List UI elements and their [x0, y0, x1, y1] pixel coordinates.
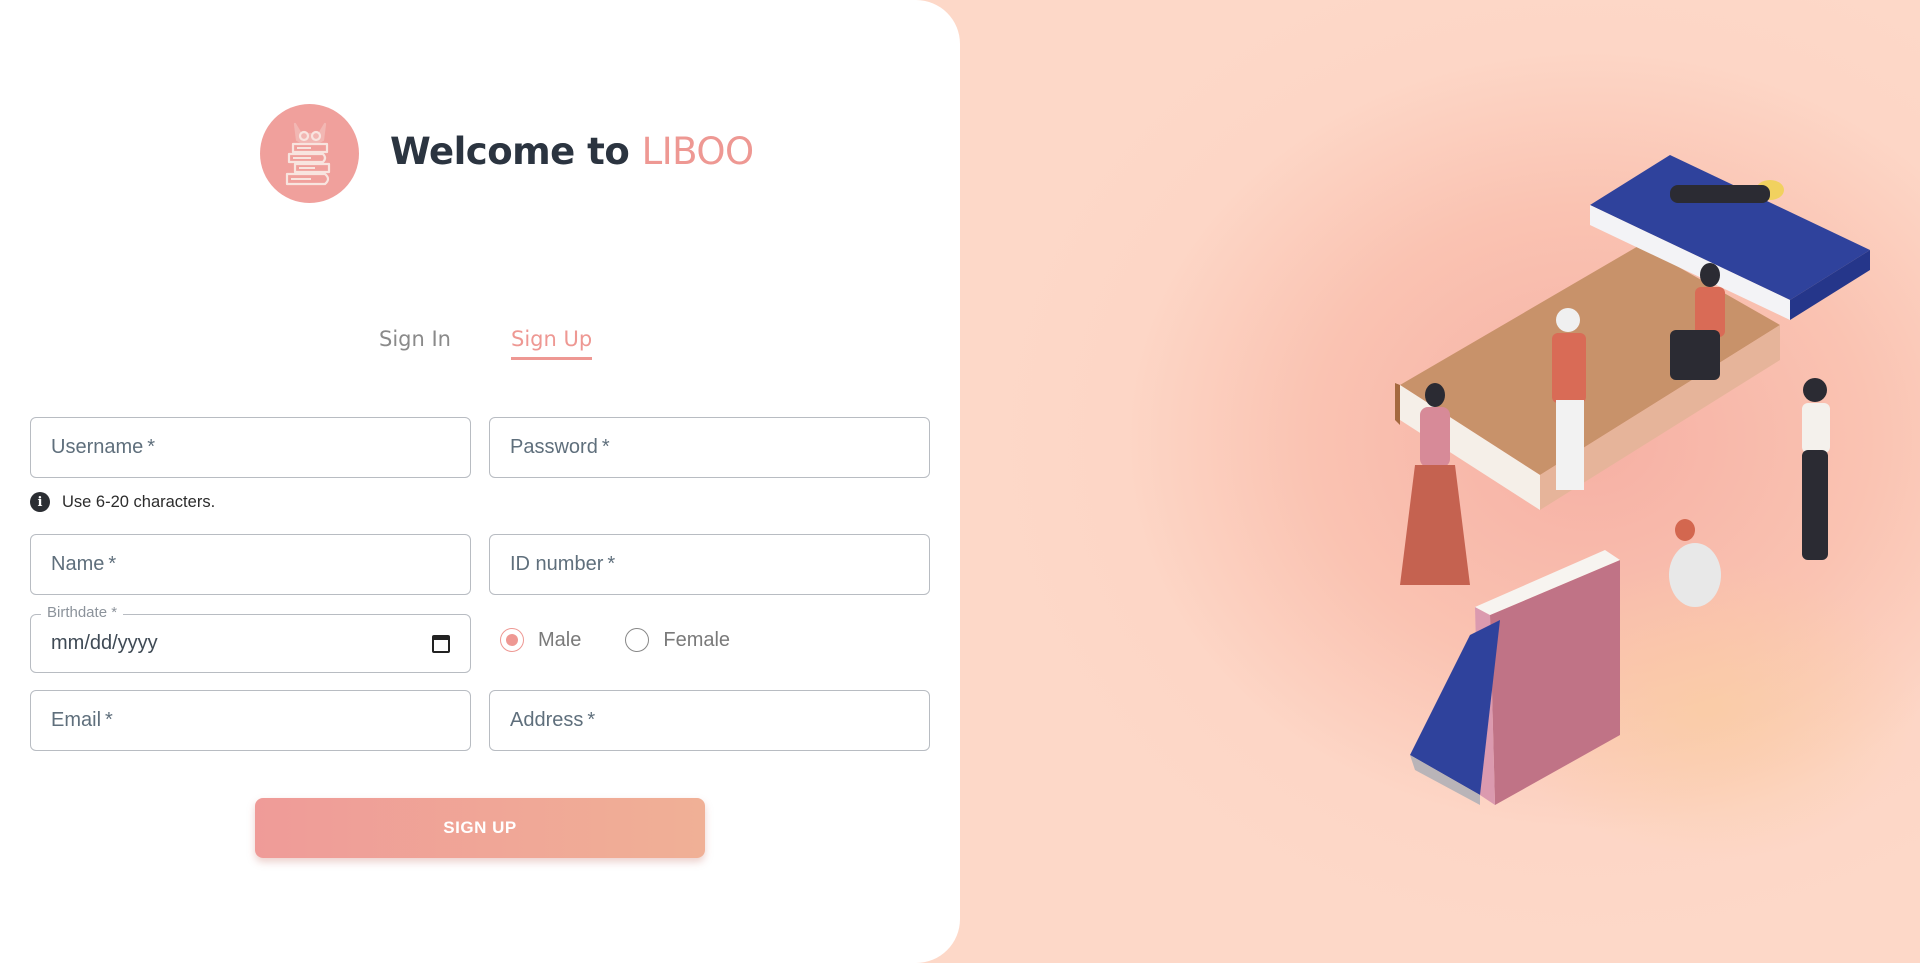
tab-sign-up[interactable]: Sign Up: [510, 327, 593, 360]
id-number-label: ID number: [510, 553, 604, 575]
required-mark: *: [108, 553, 117, 575]
required-mark: *: [607, 553, 616, 575]
calendar-icon[interactable]: [432, 634, 450, 653]
birthdate-field[interactable]: Birthdate * mm/dd/yyyy: [30, 604, 471, 673]
gender-male-radio[interactable]: Male: [500, 628, 581, 652]
reading-people-illustration: [1395, 155, 1870, 805]
gender-male-label: Male: [538, 628, 582, 651]
address-label: Address: [510, 709, 584, 731]
username-field[interactable]: Username *: [30, 417, 471, 478]
radio-circle: [625, 628, 650, 652]
id-number-field[interactable]: ID number *: [489, 534, 930, 595]
brand-name: LIBOO: [641, 130, 755, 173]
birthdate-placeholder: mm/dd/yyyy: [51, 632, 158, 654]
birthdate-label: Birthdate *: [41, 604, 124, 621]
name-label: Name: [51, 553, 105, 575]
username-label: Username: [51, 436, 144, 458]
required-mark: *: [105, 709, 113, 731]
required-mark: *: [601, 436, 610, 458]
username-helper: i Use 6-20 characters.: [30, 492, 215, 512]
required-mark: *: [587, 709, 596, 731]
password-label: Password: [510, 436, 598, 458]
tab-sign-in[interactable]: Sign In: [379, 327, 451, 360]
gender-radio-group: Male Female: [500, 628, 730, 652]
sign-up-button[interactable]: SIGN UP: [255, 798, 705, 858]
gender-female-radio[interactable]: Female: [625, 628, 730, 652]
radio-circle: [500, 628, 524, 652]
info-icon: i: [30, 492, 50, 512]
required-mark: *: [147, 436, 156, 458]
password-field[interactable]: Password *: [489, 417, 930, 478]
signup-panel: Welcome to LIBOO Sign In Sign Up Usernam…: [0, 0, 960, 963]
auth-tabs: Sign In Sign Up: [379, 327, 593, 360]
page-title: Welcome to LIBOO: [390, 130, 754, 173]
username-helper-text: Use 6-20 characters.: [62, 492, 216, 511]
gender-female-label: Female: [663, 628, 731, 651]
email-label: Email: [51, 709, 102, 731]
name-field[interactable]: Name *: [30, 534, 471, 595]
welcome-text: Welcome to: [390, 130, 630, 173]
owl-logo-icon: [260, 104, 359, 203]
address-field[interactable]: Address *: [489, 690, 930, 751]
email-field[interactable]: Email *: [30, 690, 471, 751]
